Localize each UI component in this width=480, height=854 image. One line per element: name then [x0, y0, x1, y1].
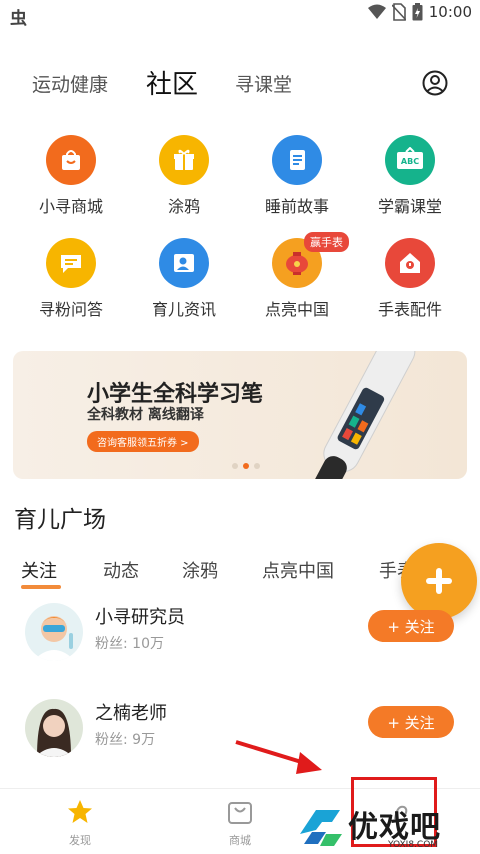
star-icon	[68, 800, 92, 823]
grid-label: 手表配件	[377, 300, 442, 319]
avatar	[25, 699, 83, 757]
user-name: 之楠老师	[95, 703, 167, 724]
grid-item-doodle[interactable]: 涂鸦	[129, 135, 239, 217]
grid-label: 寻粉问答	[38, 300, 103, 319]
profile-icon[interactable]	[422, 70, 448, 96]
learning-pen-image	[313, 351, 416, 479]
top-tabs: 运动健康 社区 寻课堂	[0, 62, 480, 102]
shop-bag-icon	[62, 150, 80, 170]
list-item[interactable]: 小寻研究员 粉丝: 10万 + 关注	[0, 603, 480, 683]
user-fans: 粉丝: 9万	[95, 732, 156, 748]
subtab-light-china[interactable]: 点亮中国	[262, 557, 334, 583]
grid-item-class[interactable]: ABC 学霸课堂	[355, 135, 465, 217]
section-title: 育儿广场	[14, 507, 106, 533]
abc-board-icon: ABC	[397, 147, 423, 169]
avatar	[25, 603, 83, 661]
nav-label: 发现	[69, 834, 91, 847]
subtab-follow[interactable]: 关注	[21, 557, 57, 583]
red-arrow-annotation	[235, 740, 322, 774]
status-bar: 虫 10:00	[0, 0, 480, 29]
win-watch-badge: 赢手表	[304, 232, 349, 252]
grid-label: 小寻商城	[38, 197, 103, 216]
grid-label: 育儿资讯	[151, 300, 216, 319]
grid-label: 点亮中国	[264, 300, 329, 319]
shop-bag-icon	[228, 802, 252, 824]
battery-icon	[412, 3, 423, 21]
house-icon	[400, 253, 420, 273]
tab-sports-health[interactable]: 运动健康	[32, 70, 108, 97]
carousel-dot-active	[243, 463, 249, 469]
watermark-logo-icon	[300, 810, 342, 846]
svg-text:ABC: ABC	[401, 157, 419, 166]
no-sim-icon	[391, 3, 406, 21]
grid-label: 睡前故事	[264, 197, 329, 216]
grid-label: 涂鸦	[167, 197, 200, 216]
book-icon	[290, 150, 305, 170]
follow-button[interactable]: + 关注	[368, 706, 454, 738]
nav-label: 商城	[229, 834, 251, 847]
watermark: 优戏吧 YOXI8.COM	[296, 800, 480, 853]
nav-store[interactable]: 商城	[200, 799, 280, 848]
grid-label: 学霸课堂	[377, 197, 442, 216]
tab-class[interactable]: 寻课堂	[235, 70, 292, 97]
gift-icon	[174, 149, 194, 170]
chat-icon	[61, 255, 81, 273]
grid-item-light-china[interactable]: 赢手表 点亮中国	[242, 232, 352, 320]
clock: 10:00	[428, 3, 472, 21]
wifi-icon	[367, 4, 386, 19]
lantern-icon	[286, 252, 308, 275]
user-fans: 粉丝: 10万	[95, 636, 164, 652]
tab-community[interactable]: 社区	[146, 64, 198, 101]
active-tab-underline	[21, 585, 61, 589]
grid-item-shop[interactable]: 小寻商城	[16, 135, 126, 217]
bug-icon: 虫	[10, 9, 27, 29]
grid-item-accessories[interactable]: 手表配件	[355, 238, 465, 320]
follow-button[interactable]: + 关注	[368, 610, 454, 642]
banner-subtitle: 全科教材 离线翻译	[87, 407, 204, 423]
banner-coupon-button[interactable]: 咨询客服领五折券 >	[87, 431, 199, 452]
grid-item-parenting-news[interactable]: 育儿资讯	[129, 238, 239, 320]
nav-discover[interactable]: 发现	[40, 799, 120, 848]
user-name: 小寻研究员	[95, 607, 185, 628]
carousel-dots	[232, 463, 260, 469]
promo-banner[interactable]: 小学生全科学习笔 全科教材 离线翻译 咨询客服领五折券 >	[13, 351, 467, 479]
subtab-dynamics[interactable]: 动态	[103, 557, 139, 583]
carousel-dot	[232, 463, 238, 469]
carousel-dot	[254, 463, 260, 469]
grid-item-qa[interactable]: 寻粉问答	[16, 238, 126, 320]
watermark-subtext: YOXI8.COM	[388, 840, 439, 850]
subtab-doodle[interactable]: 涂鸦	[182, 557, 218, 583]
grid-item-bedtime-story[interactable]: 睡前故事	[242, 135, 352, 217]
person-card-icon	[174, 254, 194, 272]
